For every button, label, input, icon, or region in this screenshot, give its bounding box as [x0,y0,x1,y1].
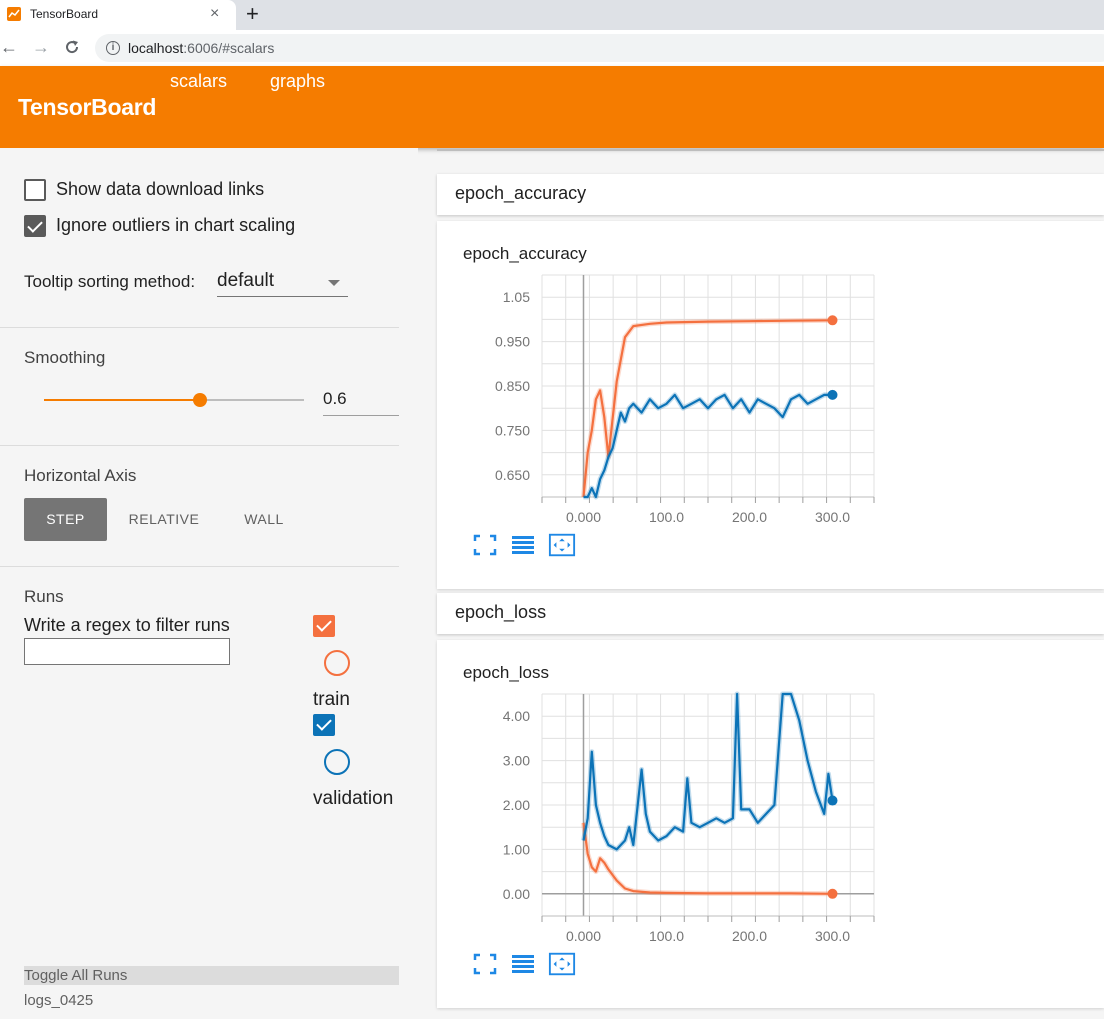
show-download-label: Show data download links [56,179,265,199]
browser-tabstrip: TensorBoard × + [0,0,1104,30]
fit-domain-icon[interactable] [548,532,576,558]
fullscreen-icon[interactable] [471,951,499,977]
toggle-all-runs-button[interactable]: Toggle All Runs [24,966,399,985]
y-tick-label: 0.950 [495,334,530,350]
tab-graphs[interactable]: graphs [270,71,325,92]
divider [0,327,399,328]
log-directory: logs_0425 [24,992,94,1009]
run-train-color-icon[interactable] [324,650,350,676]
chart-card-loss: epoch_loss 0.000 100.0 200.0 300.0 0.00 1.00 2… [437,640,1104,1008]
horizontal-axis-title: Horizontal Axis [24,466,137,485]
run-validation-label: validation [313,788,394,809]
smoothing-title: Smoothing [24,348,106,367]
category-title: epoch_loss [455,602,547,622]
y-tick-label: 0.650 [495,467,530,483]
regex-filter-input[interactable] [24,638,230,665]
regex-label: Write a regex to filter runs [24,615,230,635]
y-tick-label: 1.05 [503,289,530,305]
fullscreen-icon[interactable] [471,532,499,558]
y-tick-label: 0.850 [495,378,530,394]
tooltip-sorting-value: default [217,270,275,291]
x-tick-label: 300.0 [815,928,850,944]
reload-icon[interactable] [64,37,80,59]
accuracy-chart[interactable]: 0.000 100.0 200.0 300.0 0.650 0.750 0.850 0.950… [437,221,897,531]
smoothing-slider-knob[interactable] [193,393,207,407]
main-top-rule [437,149,1104,151]
axis-wall-button[interactable]: WALL [228,498,300,541]
x-tick-label: 100.0 [649,928,684,944]
ignore-outliers-label: Ignore outliers in chart scaling [56,215,296,235]
smoothing-slider[interactable] [44,393,304,407]
runs-title: Runs [24,587,64,606]
axis-step-button[interactable]: STEP [24,498,107,541]
tooltip-sorting-select[interactable]: default [217,268,348,297]
chevron-down-icon [328,280,340,286]
fit-domain-icon[interactable] [548,951,576,977]
category-header-accuracy[interactable]: epoch_accuracy [437,174,1104,215]
show-download-checkbox[interactable] [24,179,46,201]
back-icon[interactable]: ← [0,37,18,57]
divider [0,566,399,567]
x-tick-label: 100.0 [649,509,684,525]
tensorboard-favicon-icon [7,7,21,21]
y-tick-label: 0.750 [495,422,530,438]
smoothing-input[interactable]: 0.6 [323,384,399,416]
y-tick-label: 0.00 [503,886,530,902]
tensorboard-header: TensorBoard scalars graphs [0,66,1104,148]
tab-scalars[interactable]: scalars [170,71,227,92]
address-bar[interactable]: i localhost:6006/#scalars [95,34,1104,62]
browser-toolbar: ← → i localhost:6006/#scalars [0,30,1104,66]
run-validation-checkbox[interactable] [313,714,335,736]
x-tick-label: 0.000 [566,928,601,944]
plot-area: 0.000 100.0 200.0 300.0 0.00 1.00 2.00 3.00 4.00 [503,691,875,944]
plot-area: 0.000 100.0 200.0 300.0 0.650 0.750 0.850 0.950… [495,274,875,525]
ignore-outliers-checkbox[interactable] [24,215,46,237]
x-tick-label: 0.000 [566,509,601,525]
app-title: TensorBoard [18,94,157,120]
run-validation-color-icon[interactable] [324,749,350,775]
tab-title: TensorBoard [30,7,99,21]
x-tick-label: 200.0 [732,509,767,525]
y-tick-label: 3.00 [503,753,530,769]
toggle-log-scale-icon[interactable] [509,532,537,558]
series-last-point-validation [827,389,838,400]
loss-chart[interactable]: 0.000 100.0 200.0 300.0 0.00 1.00 2.00 3.00 4.00 [437,640,897,950]
series-last-point-validation [827,795,838,806]
tooltip-sorting-label: Tooltip sorting method: [24,272,196,291]
run-train-checkbox[interactable] [313,615,335,637]
divider [0,445,399,446]
y-tick-label: 2.00 [503,797,530,813]
series-last-point-train [827,315,838,326]
new-tab-icon[interactable]: + [246,2,259,26]
axis-relative-button[interactable]: RELATIVE [118,498,210,541]
x-tick-label: 300.0 [815,509,850,525]
category-title: epoch_accuracy [455,183,587,203]
y-tick-label: 1.00 [503,841,530,857]
category-header-loss[interactable]: epoch_loss [437,593,1104,634]
tab-close-icon[interactable]: × [210,4,219,24]
y-tick-label: 4.00 [503,708,530,724]
x-tick-label: 200.0 [732,928,767,944]
forward-icon[interactable]: → [32,37,50,57]
smoothing-slider-fill [44,399,200,401]
toggle-log-scale-icon[interactable] [509,951,537,977]
chart-card-accuracy: epoch_accuracy 0.000 100.0 200.0 300.0 0.650… [437,221,1104,589]
series-last-point-train [827,888,838,899]
run-train-label: train [313,689,350,710]
url-text: localhost:6006/#scalars [128,40,275,56]
info-icon[interactable]: i [106,41,120,55]
browser-tab[interactable]: TensorBoard × [0,0,236,30]
sidebar: Show data download links Ignore outliers… [0,148,418,1019]
